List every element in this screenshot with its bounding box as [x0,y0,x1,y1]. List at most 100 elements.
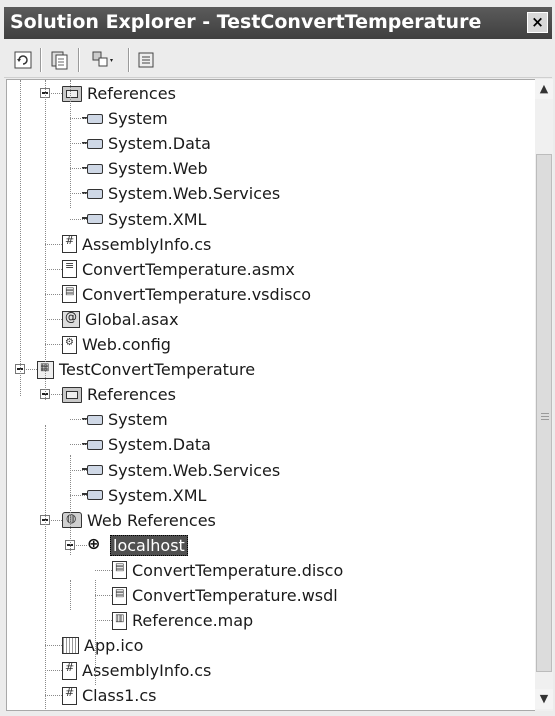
tree-item-label: Web.config [82,335,171,354]
tree-connector [95,569,112,571]
reference-icon [82,439,103,450]
tree-item-label: System.Web [108,159,208,179]
toolbar [4,41,552,78]
tree-connector [45,645,62,647]
cs-file-icon [62,686,77,705]
ico-file-icon [62,637,79,655]
refresh-button[interactable] [12,49,34,71]
copy-project-icon [92,51,113,67]
reference-icon [82,490,103,501]
tree-connector [95,620,112,622]
tree-item[interactable]: Web References [62,508,216,533]
scroll-thumb[interactable] [536,154,552,672]
tree-item[interactable]: System.XML [82,207,206,232]
show-all-files-button[interactable] [48,49,72,71]
tree-connector [45,243,62,245]
references-folder-icon [62,386,82,403]
tree-item[interactable]: Class1.cs [62,683,157,708]
tree-item[interactable]: References [62,81,176,106]
tree-item-label: System.XML [108,485,207,505]
tree-item-label: ConvertTemperature.asmx [82,259,295,279]
grip-icon [541,413,549,420]
references-folder-icon [62,85,82,102]
tree-connector [70,218,87,220]
tree-connector [45,344,62,345]
cs-file-icon [62,234,77,254]
reference-icon [82,113,103,124]
tree-item-label: System.Web.Services [108,460,281,480]
tree-item-label: References [87,84,176,103]
tree-item-label: Global.asax [85,309,179,329]
title-bar[interactable]: Solution Explorer - TestConvertTemperatu… [4,7,552,39]
tree-guide-line [70,580,71,610]
tree-item[interactable]: TestConvertTemperature [37,357,255,382]
tree-item-label: ConvertTemperature.wsdl [132,586,338,605]
tree-connector [70,444,87,446]
tree-item-label: System.Data [108,435,211,455]
tree-item-label: System [108,410,168,430]
tree-item[interactable]: Global.asax [62,307,179,332]
close-button[interactable]: × [527,12,548,33]
tree-connector [45,318,62,320]
tree-connector [45,670,62,672]
tree-item[interactable]: ConvertTemperature.vsdisco [62,282,311,307]
tree-item-label: System [108,109,168,129]
map-file-icon [112,611,127,630]
tree-item-label: System.Web.Services [108,184,281,204]
tree-item[interactable]: System.Web [82,156,208,181]
tree-item[interactable]: System [82,106,168,131]
tree-item[interactable]: References [62,382,176,407]
reference-icon [82,414,103,425]
toolbar-separator [78,48,80,72]
refresh-icon [14,51,32,69]
wsdl-file-icon [112,586,127,605]
tree-item-label: Reference.map [132,611,254,631]
properties-icon [138,52,154,68]
tree-item[interactable]: System.Web.Services [82,181,281,206]
tree-guide-line [70,80,71,208]
tree-item[interactable]: System.Web.Services [82,458,281,483]
tree-item-label: TestConvertTemperature [59,360,256,380]
reference-icon [82,465,103,475]
solution-tree[interactable]: References System System.Data System.Web Sys… [6,79,536,711]
properties-button[interactable] [134,49,158,71]
tree-item-label: AssemblyInfo.cs [82,661,212,681]
tree-item[interactable]: localhost [87,533,188,558]
asmx-file-icon [62,259,77,279]
vertical-scrollbar[interactable]: ▲ ▼ [535,79,553,711]
tree-item[interactable]: System.Data [82,131,211,156]
tree-item[interactable]: AssemblyInfo.cs [62,232,211,257]
reference-icon [82,163,103,174]
scroll-up-button[interactable]: ▲ [535,79,553,99]
tree-connector [70,193,87,195]
web-reference-icon [87,534,105,553]
tree-item[interactable]: Reference.map [112,608,253,633]
toolbar-separator [40,48,42,72]
tree-item-label: System.Data [108,134,211,154]
tree-item[interactable]: System [82,407,168,432]
tree-item[interactable]: App.ico [62,633,143,658]
tree-connector [70,168,87,170]
tree-connector [70,494,87,496]
tree-connector [70,118,87,120]
disco-file-icon [112,561,127,580]
scroll-down-button[interactable]: ▼ [535,689,553,709]
tree-connector [45,268,62,270]
tree-item[interactable]: ConvertTemperature.asmx [62,257,295,282]
reference-icon [82,138,103,149]
show-all-files-icon [51,51,68,70]
tree-item[interactable]: ConvertTemperature.disco [112,558,343,583]
window-title: Solution Explorer - TestConvertTemperatu… [10,11,482,33]
tree-item[interactable]: System.Data [82,432,211,457]
tree-guide-line [45,80,46,400]
tree-item[interactable]: ConvertTemperature.wsdl [112,583,338,608]
tree-connector [70,419,87,421]
copy-project-button[interactable] [84,49,122,71]
tree-item[interactable]: AssemblyInfo.cs [62,658,211,683]
tree-guide-line [95,580,96,685]
tree-item-label: localhost [110,534,188,556]
tree-item-label: References [87,385,176,405]
tree-item[interactable]: System.XML [82,483,207,508]
tree-item[interactable]: Web.config [62,332,171,357]
toolbar-separator [128,48,130,72]
